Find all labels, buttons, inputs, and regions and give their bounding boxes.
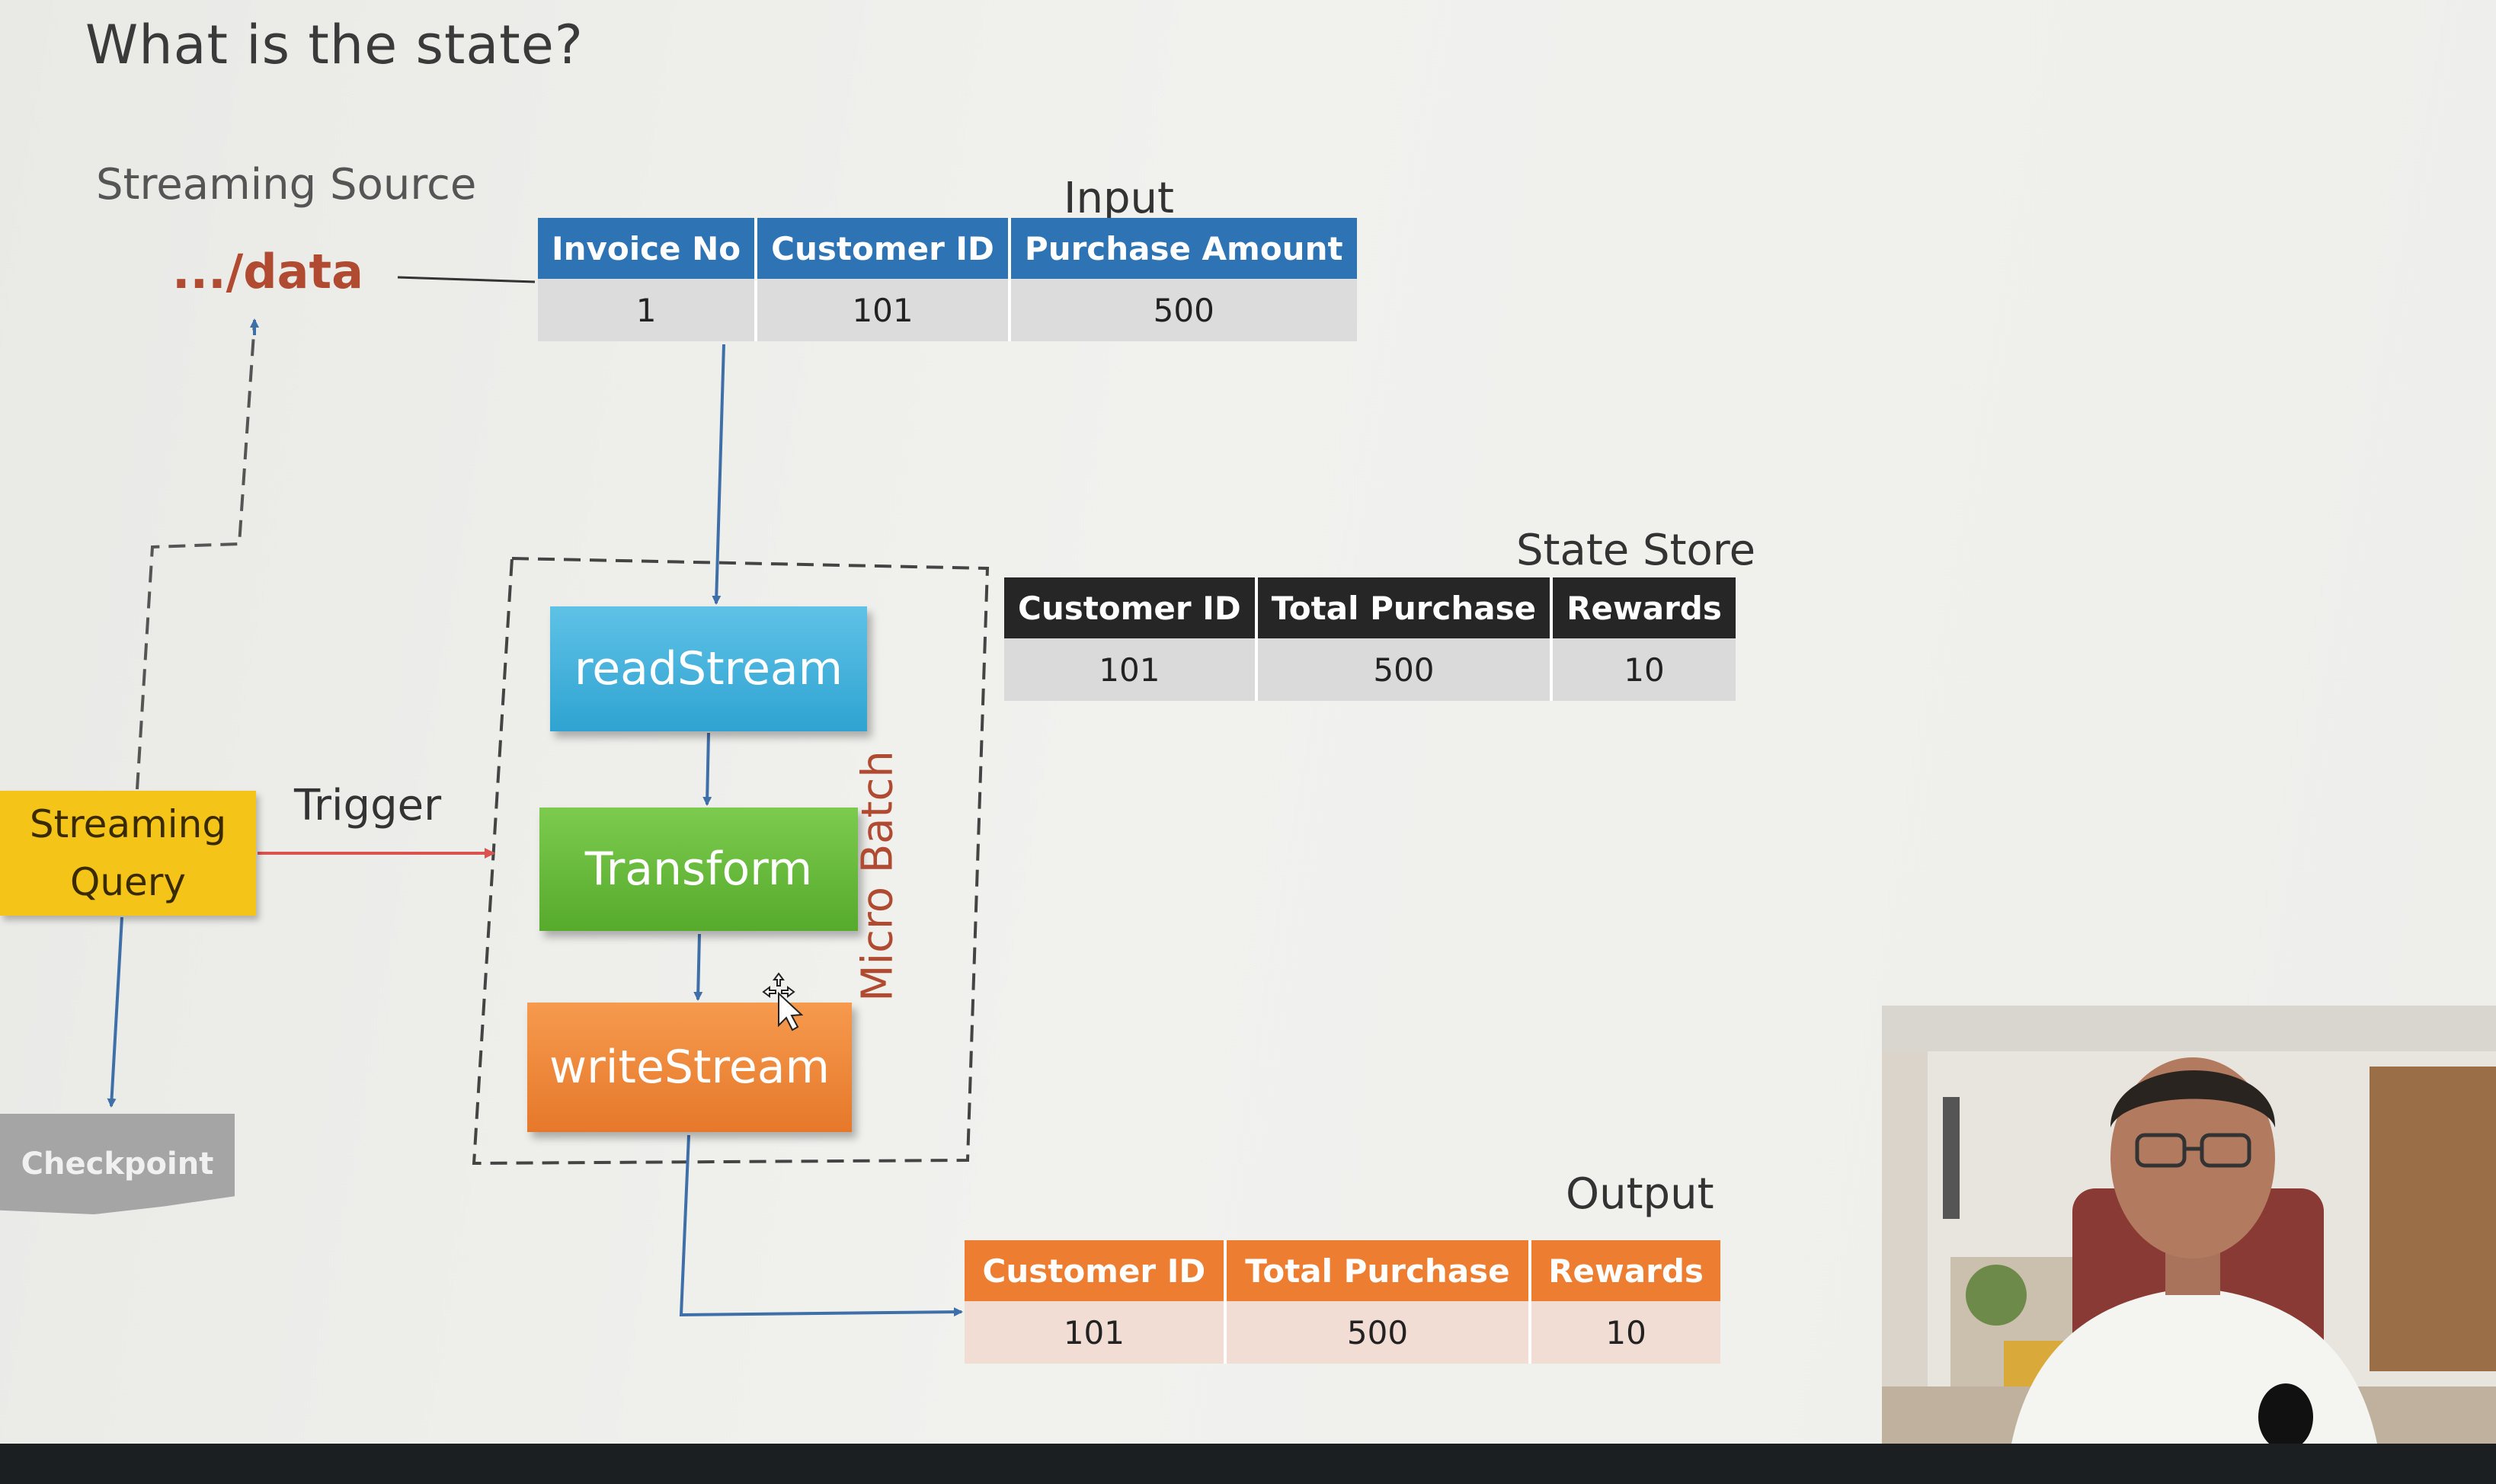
column-header: Customer ID [1004,577,1258,638]
query-to-checkpoint-arrow [107,916,123,1108]
read-to-transform-arrow [702,732,712,806]
column-header: Rewards [1551,577,1736,638]
input-table: Invoice No Customer ID Purchase Amount 1… [538,218,1357,341]
table-cell: 101 [756,279,1011,341]
column-header: Purchase Amount [1009,218,1357,279]
column-header: Rewards [1530,1240,1720,1301]
checkpoint-dashed-line [136,322,256,790]
column-header: Customer ID [965,1240,1227,1301]
input-to-read-arrow [712,344,725,605]
presenter-video-frame [1882,1006,2496,1444]
transform-box: Transform [539,808,858,931]
column-header: Total Purchase [1224,1240,1532,1301]
presenter-webcam [1882,1006,2496,1444]
table-cell: 500 [1009,279,1357,341]
table-row: 101 500 10 [1004,638,1736,701]
table-row: 1 101 500 [538,279,1357,341]
transform-to-write-arrow [693,933,703,1001]
checkpoint-box: Checkpoint [0,1114,235,1214]
presentation-slide: What is the state? Streaming Source .../… [0,0,2496,1444]
state-store-table: Customer ID Total Purchase Rewards 101 5… [1004,577,1736,701]
table-header-row: Invoice No Customer ID Purchase Amount [538,218,1357,279]
table-cell: 10 [1530,1301,1720,1364]
write-to-output-arrow [679,1134,963,1317]
output-table: Customer ID Total Purchase Rewards 101 5… [965,1240,1720,1364]
source-to-input-line [397,276,536,283]
table-cell: 500 [1224,1301,1532,1364]
table-header-row: Customer ID Total Purchase Rewards [1004,577,1736,638]
micro-batch-label: Micro Batch [853,750,903,1002]
column-header: Invoice No [538,218,758,279]
move-cursor-icon [762,972,804,1031]
table-cell: 101 [965,1301,1227,1364]
table-cell: 101 [1004,638,1258,701]
read-stream-box: readStream [550,606,867,731]
streaming-query-line2: Query [70,860,186,904]
column-header: Customer ID [756,218,1011,279]
table-row: 101 500 10 [965,1301,1720,1364]
table-cell: 10 [1551,638,1736,701]
table-cell: 500 [1256,638,1554,701]
streaming-query-box: Streaming Query [0,791,256,916]
table-cell: 1 [538,279,758,341]
streaming-query-line1: Streaming [29,802,227,846]
table-header-row: Customer ID Total Purchase Rewards [965,1240,1720,1301]
column-header: Total Purchase [1256,577,1554,638]
